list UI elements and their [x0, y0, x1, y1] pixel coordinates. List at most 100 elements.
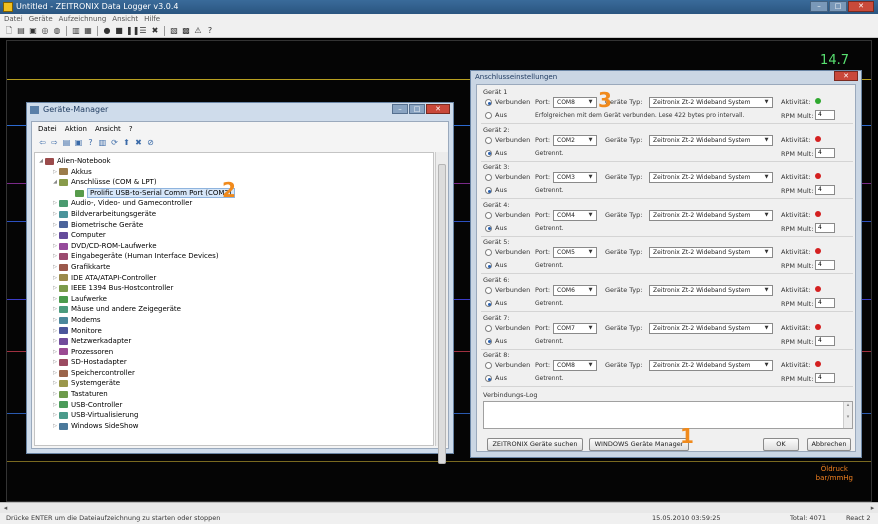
device-tree-item[interactable]: ▷ Laufwerke [35, 294, 433, 305]
device-tree-item[interactable]: ▷ Windows SideShow [35, 421, 433, 432]
open-folder-icon[interactable]: ▤ [16, 26, 26, 36]
device-tree-scrollbar[interactable] [435, 152, 448, 464]
chevron-down-icon[interactable]: ▼ [586, 361, 595, 370]
windows-device-manager-button[interactable]: WINDOWS Geräte Manager [589, 438, 689, 451]
print-icon[interactable]: ◍ [52, 26, 62, 36]
scan-hardware-icon[interactable]: ⟳ [110, 138, 119, 147]
dm-minimize-button[interactable]: – [392, 104, 408, 114]
collapse-arrow-icon[interactable]: ◢ [51, 177, 59, 188]
device-tree-item[interactable]: ▷ Bildverarbeitungsgeräte [35, 209, 433, 220]
horizontal-scrollbar[interactable]: ◂ ▸ [0, 502, 878, 513]
device-tree-item[interactable]: ▷ Grafikkarte [35, 262, 433, 273]
find-icon[interactable]: ◎ [40, 26, 50, 36]
save-icon[interactable]: ▣ [28, 26, 38, 36]
device-type-select[interactable]: Zeitronix Zt-2 Wideband System ▼ [649, 285, 773, 296]
device-tree-item[interactable]: ▷ USB-Virtualisierung [35, 410, 433, 421]
device-tree-item[interactable]: ▷ Systemgeräte [35, 378, 433, 389]
search-zeitronix-devices-button[interactable]: ZEITRONIX Geräte suchen [487, 438, 583, 451]
expand-arrow-icon[interactable]: ▷ [51, 220, 59, 231]
device-type-select[interactable]: Zeitronix Zt-2 Wideband System ▼ [649, 172, 773, 184]
expand-arrow-icon[interactable]: ▷ [51, 241, 59, 252]
device-tree-item[interactable]: ▷ Modems [35, 315, 433, 326]
expand-arrow-icon[interactable]: ▷ [51, 167, 59, 178]
dm-close-button[interactable]: ✕ [426, 104, 450, 114]
close-button[interactable]: ✕ [848, 1, 874, 12]
device-tree-item[interactable]: ▷ Netzwerkadapter [35, 336, 433, 347]
chevron-down-icon[interactable]: ▼ [762, 136, 771, 145]
expand-arrow-icon[interactable]: ▷ [51, 294, 59, 305]
properties-icon[interactable]: ▣ [74, 138, 83, 147]
expand-arrow-icon[interactable]: ▷ [51, 336, 59, 347]
collapse-arrow-icon[interactable]: ◢ [37, 156, 45, 167]
off-radio[interactable] [485, 375, 492, 383]
device-type-select[interactable]: Zeitronix Zt-2 Wideband System ▼ [649, 97, 773, 108]
rpm-mult-input[interactable]: 4 [815, 147, 835, 158]
connected-radio[interactable] [485, 362, 492, 370]
device-type-select[interactable]: Zeitronix Zt-2 Wideband System ▼ [649, 209, 773, 221]
chevron-down-icon[interactable]: ▼ [762, 98, 771, 107]
dm-menu-ansicht[interactable]: Ansicht [95, 122, 121, 136]
dm-menu-aktion[interactable]: Aktion [65, 122, 87, 136]
device-tree-item[interactable]: ▷ Monitore [35, 326, 433, 337]
port-select[interactable]: COM3 ▼ [553, 172, 597, 184]
device-type-select[interactable]: Zeitronix Zt-2 Wideband System ▼ [649, 322, 773, 334]
minimize-button[interactable]: – [810, 1, 828, 12]
expand-arrow-icon[interactable]: ▷ [51, 262, 59, 273]
chevron-down-icon[interactable]: ▼ [586, 286, 595, 295]
port-select[interactable]: COM8 ▼ [553, 360, 597, 372]
device-tree-item[interactable]: ▷ Eingabegeräte (Human Interface Devices) [35, 251, 433, 262]
rpm-mult-input[interactable]: 4 [815, 222, 835, 233]
expand-arrow-icon[interactable]: ▷ [51, 389, 59, 400]
dialog-close-button[interactable]: ✕ [834, 71, 858, 81]
forward-arrow-icon[interactable]: ⇨ [50, 138, 59, 147]
off-radio[interactable] [485, 187, 492, 195]
connected-radio[interactable] [485, 287, 492, 294]
chevron-down-icon[interactable]: ▼ [762, 361, 771, 370]
device-tree-item[interactable]: ▷ Akkus [35, 167, 433, 178]
stop-icon[interactable]: ■ [114, 26, 124, 36]
help-icon[interactable]: ? [205, 26, 215, 36]
settings-icon[interactable]: ▧ [169, 26, 179, 36]
expand-arrow-icon[interactable]: ▷ [51, 368, 59, 379]
device-tree-item[interactable]: ▷ Computer [35, 230, 433, 241]
expand-arrow-icon[interactable]: ▷ [51, 347, 59, 358]
ok-button[interactable]: OK [763, 438, 799, 451]
expand-arrow-icon[interactable]: ▷ [51, 315, 59, 326]
new-file-icon[interactable]: 🗋 [4, 26, 14, 36]
connected-radio[interactable] [485, 136, 492, 144]
expand-arrow-icon[interactable]: ▷ [51, 400, 59, 411]
device-tree-item[interactable]: ▷ Biometrische Geräte [35, 220, 433, 231]
off-radio[interactable] [485, 262, 492, 270]
connected-radio[interactable] [485, 174, 492, 182]
menu-geraete[interactable]: Geräte [29, 14, 53, 24]
disable-icon[interactable]: ⊘ [146, 138, 155, 147]
menu-ansicht[interactable]: Ansicht [112, 14, 138, 24]
expand-arrow-icon[interactable]: ▷ [51, 326, 59, 337]
device-tree-item[interactable]: ▷ SD-Hostadapter [35, 357, 433, 368]
gauge-layout-icon[interactable]: ☰ [138, 26, 148, 36]
view-icon[interactable]: ▥ [98, 138, 107, 147]
device-tree-item[interactable]: ▷ USB-Controller [35, 400, 433, 411]
off-radio[interactable] [485, 337, 492, 345]
chevron-down-icon[interactable]: ▼ [586, 173, 595, 182]
rpm-mult-input[interactable]: 4 [815, 373, 835, 384]
off-radio[interactable] [485, 300, 492, 307]
chevron-down-icon[interactable]: ▼ [762, 286, 771, 295]
expand-arrow-icon[interactable]: ▷ [51, 357, 59, 368]
delete-icon[interactable]: ✖ [150, 26, 160, 36]
dm-menu-datei[interactable]: Datei [38, 122, 57, 136]
device-type-select[interactable]: Zeitronix Zt-2 Wideband System ▼ [649, 360, 773, 372]
chevron-down-icon[interactable]: ▼ [762, 324, 771, 333]
menu-hilfe[interactable]: Hilfe [144, 14, 160, 24]
chevron-down-icon[interactable]: ▼ [762, 211, 771, 220]
chevron-down-icon[interactable]: ▼ [586, 136, 595, 145]
device-tree-item[interactable]: ▷ Mäuse und andere Zeigegeräte [35, 304, 433, 315]
port-select[interactable]: COM6 ▼ [553, 285, 597, 296]
expand-arrow-icon[interactable]: ▷ [51, 283, 59, 294]
connected-radio[interactable] [485, 249, 492, 257]
back-arrow-icon[interactable]: ⇦ [38, 138, 47, 147]
device-tree-item[interactable]: ▷ Prozessoren [35, 347, 433, 358]
device-type-select[interactable]: Zeitronix Zt-2 Wideband System ▼ [649, 247, 773, 259]
expand-arrow-icon[interactable]: ▷ [51, 378, 59, 389]
off-radio[interactable] [485, 112, 492, 119]
